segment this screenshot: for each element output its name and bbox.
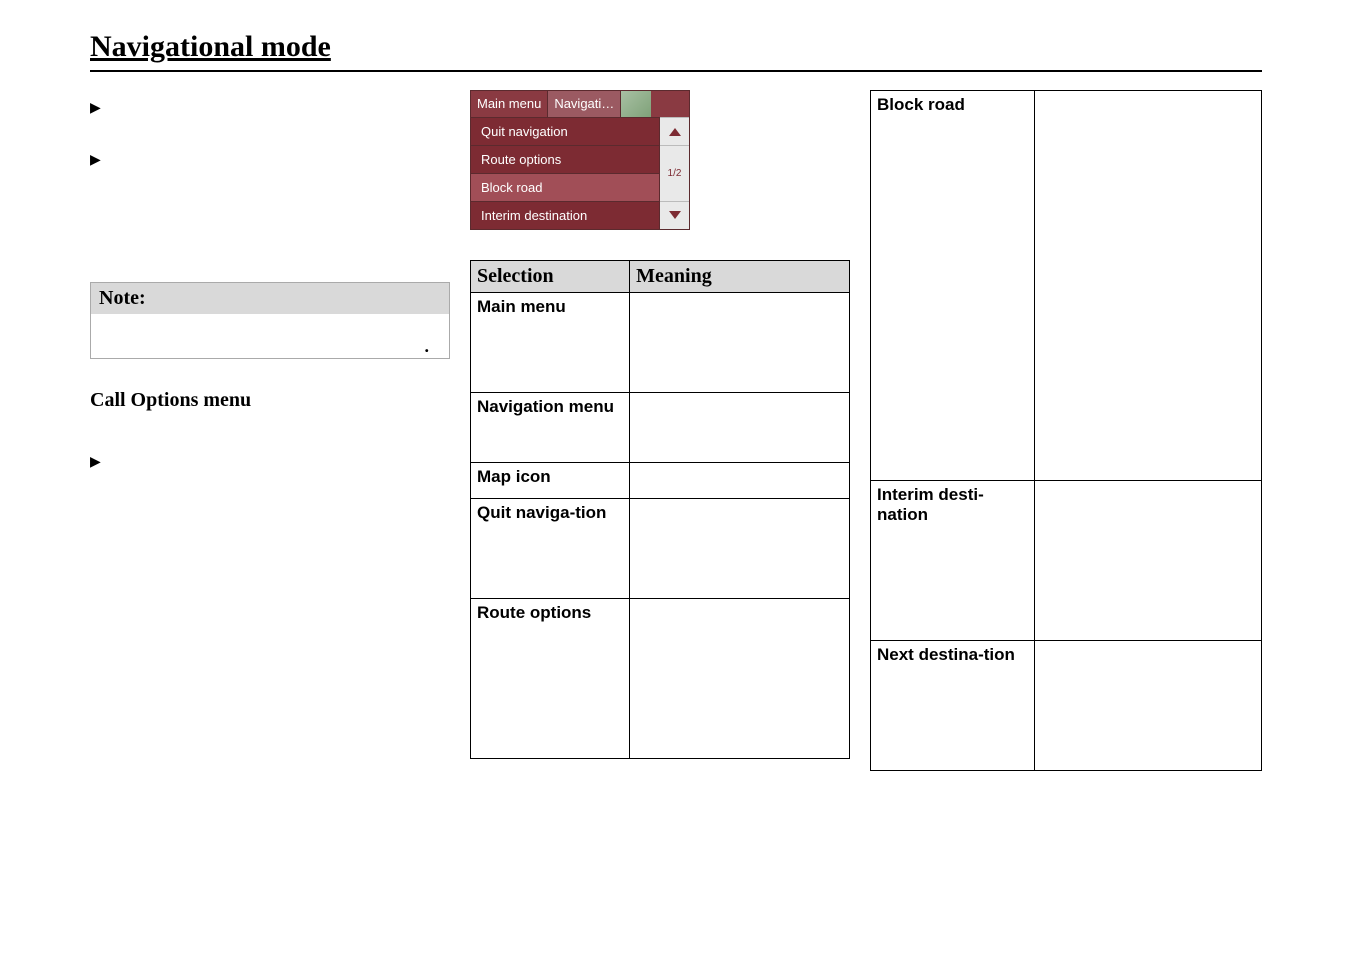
column-1: ▶ ▶ Note: . Call Options menu ▶ bbox=[90, 90, 450, 504]
note-heading: Note: bbox=[91, 283, 449, 314]
triangle-bullet-icon: ▶ bbox=[90, 452, 101, 474]
note-body: . bbox=[91, 314, 449, 358]
device-scroll-controls: 1/2 bbox=[659, 117, 689, 229]
device-scroll-down-icon[interactable] bbox=[660, 201, 689, 229]
table-row bbox=[630, 393, 850, 463]
device-item-quit[interactable]: Quit navigation bbox=[471, 117, 659, 145]
note-box: Note: . bbox=[90, 282, 450, 359]
table-row: Quit naviga-tion bbox=[471, 499, 630, 599]
bullet-item-2: ▶ bbox=[90, 150, 450, 172]
device-tab-main[interactable]: Main menu bbox=[471, 91, 548, 117]
device-item-route[interactable]: Route options bbox=[471, 145, 659, 173]
device-tabs: Main menu Navigati… bbox=[471, 91, 689, 117]
note-period: . bbox=[425, 336, 430, 357]
table1-header-meaning: Meaning bbox=[630, 261, 850, 293]
triangle-bullet-icon: ▶ bbox=[90, 150, 101, 172]
table1-header-selection: Selection bbox=[471, 261, 630, 293]
device-screenshot: Main menu Navigati… Quit navigation Rout… bbox=[470, 90, 690, 230]
device-page-indicator: 1/2 bbox=[660, 145, 689, 201]
device-scroll-up-icon[interactable] bbox=[660, 117, 689, 145]
triangle-bullet-icon: ▶ bbox=[90, 98, 101, 120]
sub-heading: Call Options menu bbox=[90, 389, 450, 412]
device-item-interim[interactable]: Interim destination bbox=[471, 201, 659, 229]
table-row bbox=[1035, 641, 1262, 771]
bullet-item-3: ▶ bbox=[90, 452, 450, 474]
selection-meaning-table-1: Selection Meaning Main menu Navigation m… bbox=[470, 260, 850, 759]
table-row: Block road bbox=[871, 91, 1035, 481]
title-rule bbox=[90, 70, 1262, 72]
bullet-item-1: ▶ bbox=[90, 98, 450, 120]
table-row: Next destina-tion bbox=[871, 641, 1035, 771]
device-tab-navigation[interactable]: Navigati… bbox=[548, 91, 621, 117]
column-3: Block road Interim desti-nation Next des… bbox=[870, 90, 1262, 771]
table-row bbox=[630, 599, 850, 759]
table-row: Main menu bbox=[471, 293, 630, 393]
table-row: Map icon bbox=[471, 463, 630, 499]
content-columns: ▶ ▶ Note: . Call Options menu ▶ Main men… bbox=[90, 90, 1262, 771]
device-tab-map-icon[interactable] bbox=[621, 91, 651, 117]
table-row bbox=[630, 499, 850, 599]
device-item-block[interactable]: Block road bbox=[471, 173, 659, 201]
table-row bbox=[630, 463, 850, 499]
column-2: Main menu Navigati… Quit navigation Rout… bbox=[470, 90, 850, 759]
table-row bbox=[1035, 91, 1262, 481]
table-row: Interim desti-nation bbox=[871, 481, 1035, 641]
table-row bbox=[630, 293, 850, 393]
table-row: Navigation menu bbox=[471, 393, 630, 463]
table-row: Route options bbox=[471, 599, 630, 759]
selection-meaning-table-2: Block road Interim desti-nation Next des… bbox=[870, 90, 1262, 771]
page-title: Navigational mode bbox=[90, 30, 1262, 64]
table-row bbox=[1035, 481, 1262, 641]
device-menu-list: Quit navigation Route options Block road… bbox=[471, 117, 659, 229]
